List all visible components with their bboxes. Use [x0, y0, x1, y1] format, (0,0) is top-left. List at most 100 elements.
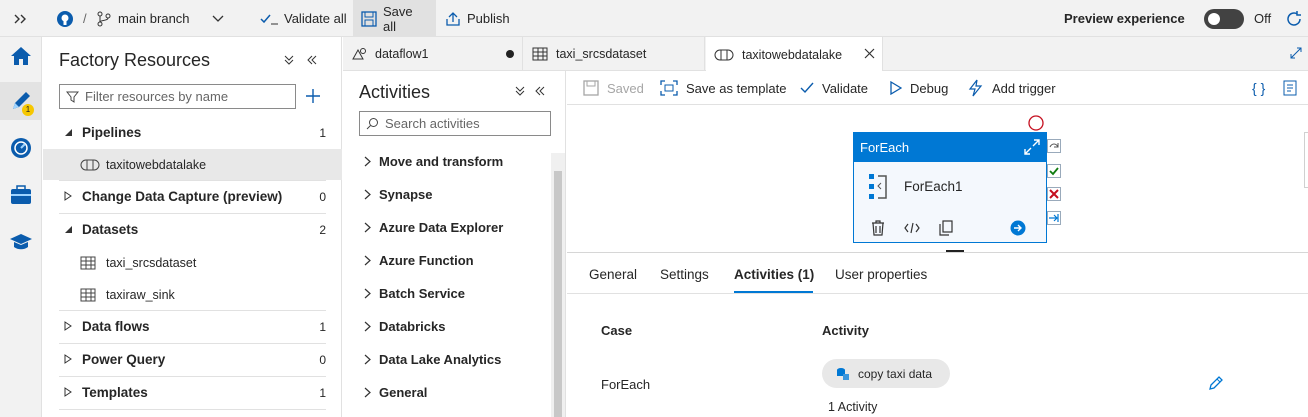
tree-item-label: Datasets [82, 222, 139, 237]
tab-taxi-srcsdataset[interactable]: taxi_srcsdataset [524, 37, 705, 71]
add-trigger-button[interactable]: Add trigger [968, 71, 1056, 105]
filter-resources-input[interactable]: Filter resources by name [59, 84, 296, 109]
add-resource-button[interactable] [304, 87, 322, 105]
tree-item-change-data-capture[interactable]: Change Data Capture (preview) 0 [43, 181, 342, 212]
learning-center-icon[interactable] [0, 223, 42, 261]
code-icon[interactable] [904, 221, 920, 235]
tab-settings[interactable]: Settings [660, 267, 709, 282]
activity-group-batch-service[interactable]: Batch Service [343, 277, 551, 310]
hide-panel-icon[interactable] [306, 54, 318, 66]
properties-icon[interactable] [1283, 71, 1299, 105]
activity-group-label: Data Lake Analytics [379, 352, 502, 367]
activities-scrollbar[interactable] [551, 153, 565, 417]
tab-general[interactable]: General [589, 267, 637, 282]
filter-placeholder: Filter resources by name [85, 89, 229, 104]
activity-group-azure-data-explorer[interactable]: Azure Data Explorer [343, 211, 551, 244]
node-header: ForEach [854, 133, 1046, 162]
activity-pill[interactable]: copy taxi data [822, 359, 950, 388]
activity-group-move-and-transform[interactable]: Move and transform [343, 145, 551, 178]
table-icon [80, 288, 96, 302]
factory-resources-panel: Factory Resources Filter resources by na… [43, 37, 342, 417]
hide-panel-icon[interactable] [534, 85, 546, 97]
top-bar: / main branch Validate all Save all Publ… [0, 0, 1308, 37]
save-all-button[interactable]: Save all [353, 0, 436, 37]
tree-item-taxi-srcsdataset[interactable]: taxi_srcsdataset [43, 247, 342, 278]
error-indicator-icon [1028, 115, 1044, 131]
scrollbar-thumb[interactable] [554, 171, 562, 417]
pipeline-icon [80, 159, 100, 171]
tree-item-taxiraw-sink[interactable]: taxiraw_sink [43, 279, 342, 310]
left-rail: 1 [0, 37, 42, 417]
edit-icon[interactable] [1208, 375, 1224, 391]
save-icon [583, 80, 599, 96]
tab-activities[interactable]: Activities (1) [734, 267, 814, 282]
code-braces-icon[interactable]: { } [1252, 71, 1265, 105]
path-separator: / [83, 11, 87, 26]
tab-dataflow1[interactable]: dataflow1 [343, 37, 523, 71]
tree-item-templates[interactable]: Templates 1 [43, 377, 342, 408]
activity-group-general[interactable]: General [343, 376, 551, 409]
chevron-right-icon [364, 321, 371, 332]
copy-icon[interactable] [939, 220, 953, 236]
tree-item-label: Power Query [82, 352, 166, 367]
expand-icon[interactable] [1290, 47, 1302, 59]
debug-button[interactable]: Debug [890, 71, 948, 105]
author-icon[interactable]: 1 [0, 82, 42, 120]
collapse-all-icon[interactable] [514, 85, 526, 97]
failure-connector-icon[interactable] [1047, 187, 1061, 201]
collapse-all-icon[interactable] [283, 54, 295, 66]
search-activities-input[interactable]: Search activities [359, 111, 551, 136]
chevron-down-icon [212, 15, 224, 23]
preview-toggle[interactable]: Off [1204, 0, 1271, 37]
tree-item-power-query[interactable]: Power Query 0 [43, 344, 342, 375]
tree-item-count: 0 [319, 189, 326, 204]
foreach-activity-node[interactable]: ForEach ForEach1 [853, 132, 1047, 243]
side-panel-handle[interactable] [1304, 132, 1308, 188]
saved-label: Saved [607, 80, 644, 96]
tree-item-pipelines[interactable]: Pipelines 1 [43, 117, 342, 148]
case-value: ForEach [601, 377, 651, 392]
monitor-icon[interactable] [0, 129, 42, 167]
toggle-switch[interactable] [1204, 8, 1244, 29]
validate-button[interactable]: Validate [800, 71, 868, 105]
activity-group-azure-function[interactable]: Azure Function [343, 244, 551, 277]
github-icon [56, 0, 74, 37]
lightning-icon [968, 79, 984, 97]
expand-icon[interactable] [1024, 139, 1040, 155]
arrow-right-circle-icon[interactable] [1010, 220, 1026, 236]
saved-button[interactable]: Saved [583, 71, 644, 105]
add-trigger-label: Add trigger [992, 80, 1056, 96]
tab-label: dataflow1 [375, 47, 429, 61]
caret-down-icon [63, 224, 73, 234]
close-icon[interactable] [864, 48, 875, 59]
column-header-activity: Activity [822, 323, 869, 338]
validate-label: Validate [822, 80, 869, 96]
tab-taxitowebdatalake[interactable]: taxitowebdatalake [706, 37, 883, 72]
tree-item-taxitowebdatalake[interactable]: taxitowebdatalake [43, 149, 342, 180]
tree-item-data-flows[interactable]: Data flows 1 [43, 311, 342, 342]
publish-button[interactable]: Publish [445, 0, 510, 37]
node-name: ForEach1 [904, 179, 963, 194]
table-icon [80, 256, 96, 270]
delete-icon[interactable] [870, 220, 886, 236]
tab-user-properties[interactable]: User properties [835, 267, 927, 282]
tree-item-count: 1 [319, 385, 326, 400]
home-icon[interactable] [0, 37, 42, 75]
activity-group-data-lake-analytics[interactable]: Data Lake Analytics [343, 343, 551, 376]
collapse-icon[interactable] [12, 0, 30, 37]
success-connector-icon[interactable] [1047, 164, 1061, 178]
activity-group-synapse[interactable]: Synapse [343, 178, 551, 211]
foreach-icon [868, 173, 890, 201]
activities-title: Activities [359, 82, 431, 102]
save-as-template-button[interactable]: Save as template [660, 71, 786, 105]
skip-connector-icon[interactable] [1047, 139, 1061, 153]
validate-all-button[interactable]: Validate all [260, 0, 347, 37]
activity-group-label: Azure Data Explorer [379, 220, 504, 235]
activity-group-databricks[interactable]: Databricks [343, 310, 551, 343]
dataflow-icon [351, 47, 367, 61]
completion-connector-icon[interactable] [1047, 211, 1061, 225]
branch-selector[interactable]: main branch [96, 0, 224, 37]
refresh-icon[interactable] [1285, 0, 1303, 37]
tree-item-datasets[interactable]: Datasets 2 [43, 214, 342, 245]
manage-icon[interactable] [0, 176, 42, 214]
